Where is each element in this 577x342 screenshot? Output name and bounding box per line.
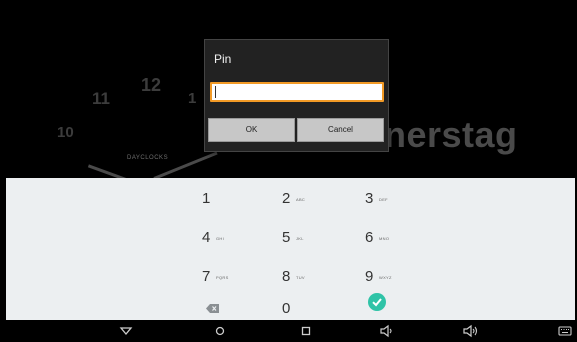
clock-number-1: 1 <box>188 90 197 107</box>
key-6[interactable]: 6 MNO <box>365 223 445 253</box>
key-digit: 2 <box>282 190 291 207</box>
key-letters: MNO <box>379 236 390 241</box>
home-icon[interactable] <box>212 323 228 339</box>
key-digit: 9 <box>365 268 374 285</box>
keyboard-icon[interactable] <box>557 323 573 339</box>
key-digit: 3 <box>365 190 374 207</box>
key-9[interactable]: 9 WXYZ <box>365 262 445 292</box>
key-letters: PQRS <box>216 275 229 280</box>
volume-down-icon[interactable] <box>379 323 395 339</box>
backspace-icon[interactable] <box>206 300 219 313</box>
text-caret <box>215 86 216 98</box>
clock-number-10: 10 <box>57 124 74 141</box>
key-letters: GHI <box>216 236 225 241</box>
done-check-icon[interactable] <box>368 293 386 311</box>
clock-number-11: 11 <box>92 89 110 108</box>
key-1[interactable]: 1 <box>202 184 282 214</box>
key-digit: 4 <box>202 229 211 246</box>
ok-button[interactable]: OK <box>208 118 295 142</box>
clock-brand: DAYCLOCKS <box>127 155 169 161</box>
screen: 12 11 10 1 DAYCLOCKS nerstag Pin OK Canc… <box>6 8 575 342</box>
key-digit: 1 <box>202 190 211 207</box>
key-7[interactable]: 7 PQRS <box>202 262 282 292</box>
key-digit: 5 <box>282 229 291 246</box>
key-letters: WXYZ <box>379 275 392 280</box>
dialog-title: Pin <box>214 52 232 66</box>
key-3[interactable]: 3 DEF <box>365 184 445 214</box>
key-5[interactable]: 5 JKL <box>282 223 362 253</box>
key-digit: 6 <box>365 229 374 246</box>
clock-number-12: 12 <box>141 75 162 95</box>
key-2[interactable]: 2 ABC <box>282 184 362 214</box>
numeric-keypad: 1 2 ABC 3 DEF 4 GHI 5 JKL 6 MNO 7 PQRS 8 <box>6 178 575 320</box>
key-digit: 0 <box>282 300 291 317</box>
key-letters: JKL <box>296 236 304 241</box>
key-8[interactable]: 8 TUV <box>282 262 362 292</box>
clock-hand-hour <box>87 164 127 178</box>
volume-up-icon[interactable] <box>463 323 479 339</box>
recents-icon[interactable] <box>298 323 314 339</box>
cancel-button[interactable]: Cancel <box>297 118 384 142</box>
key-letters: DEF <box>379 197 388 202</box>
weekday-label: nerstag <box>384 114 518 155</box>
pin-dialog: Pin OK Cancel <box>204 39 389 152</box>
key-letters: ABC <box>296 197 306 202</box>
key-4[interactable]: 4 GHI <box>202 223 282 253</box>
key-digit: 8 <box>282 268 291 285</box>
pin-input[interactable] <box>210 82 384 102</box>
key-digit: 7 <box>202 268 211 285</box>
back-icon[interactable] <box>118 323 134 339</box>
key-letters: TUV <box>296 275 305 280</box>
navigation-bar <box>6 320 575 342</box>
